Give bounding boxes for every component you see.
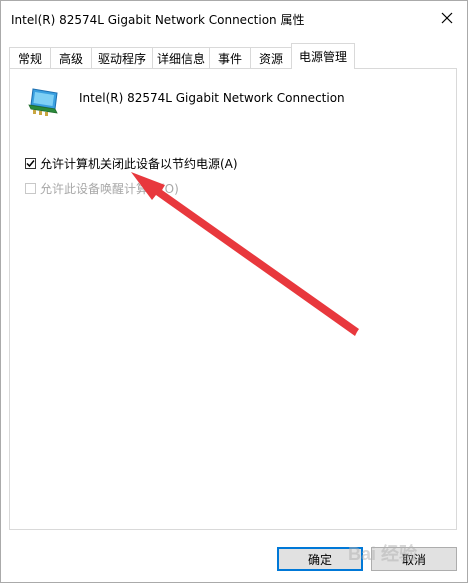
tab-label: 电源管理	[298, 50, 347, 64]
tab-general[interactable]: 常规	[9, 47, 51, 69]
tab-label: 高级	[58, 52, 83, 66]
tab-label: 常规	[17, 52, 42, 66]
allow-wake-checkbox	[25, 183, 36, 194]
tab-panel-power-management	[9, 68, 457, 530]
tab-details[interactable]: 详细信息	[152, 47, 210, 69]
properties-dialog: Intel(R) 82574L Gigabit Network Connecti…	[0, 0, 468, 583]
ok-button[interactable]: 确定	[277, 547, 363, 571]
tab-power-management[interactable]: 电源管理	[291, 43, 355, 69]
cancel-button-label: 取消	[401, 552, 426, 567]
tab-label: 详细信息	[156, 52, 205, 66]
window-title: Intel(R) 82574L Gigabit Network Connecti…	[11, 13, 305, 27]
ok-button-label: 确定	[307, 552, 332, 567]
tab-label: 资源	[258, 52, 283, 66]
device-name: Intel(R) 82574L Gigabit Network Connecti…	[79, 91, 345, 105]
tab-driver[interactable]: 驱动程序	[91, 47, 153, 69]
close-icon	[441, 12, 453, 24]
tab-advanced[interactable]: 高级	[50, 47, 92, 69]
allow-wake-option: 允许此设备唤醒计算机(O)	[25, 180, 179, 197]
close-button[interactable]	[431, 5, 463, 31]
tab-resources[interactable]: 资源	[250, 47, 292, 69]
allow-power-off-label: 允许计算机关闭此设备以节约电源(A)	[40, 157, 238, 171]
allow-wake-label: 允许此设备唤醒计算机(O)	[40, 182, 179, 196]
tab-strip: 常规 高级 驱动程序 详细信息 事件 资源 电源管理	[9, 43, 355, 69]
allow-power-off-checkbox[interactable]	[25, 158, 36, 169]
allow-power-off-option[interactable]: 允许计算机关闭此设备以节约电源(A)	[25, 155, 238, 172]
tab-label: 驱动程序	[97, 52, 146, 66]
network-adapter-icon	[28, 88, 58, 116]
tab-events[interactable]: 事件	[209, 47, 251, 69]
title-bar: Intel(R) 82574L Gigabit Network Connecti…	[1, 1, 467, 35]
cancel-button[interactable]: 取消	[371, 547, 457, 571]
checkmark-icon	[26, 160, 35, 168]
tab-label: 事件	[217, 52, 242, 66]
